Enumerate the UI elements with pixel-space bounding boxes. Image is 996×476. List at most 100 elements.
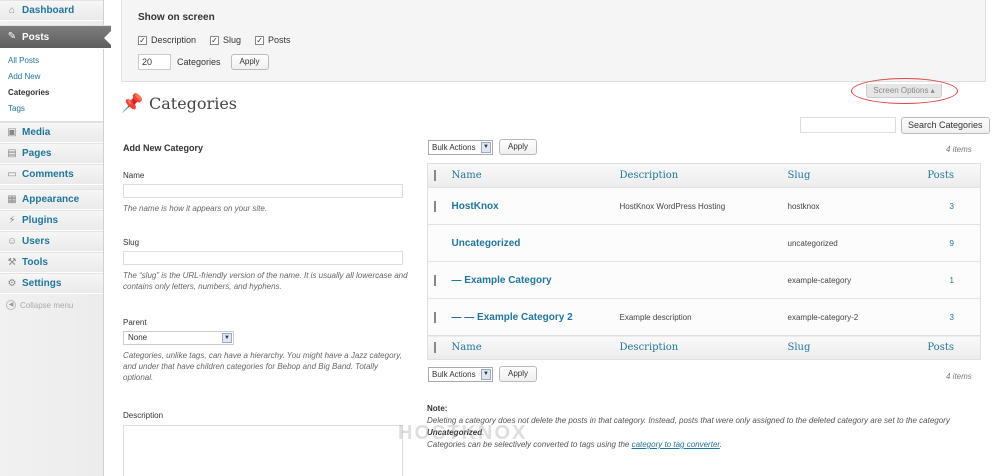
sidebar-item-label: Plugins xyxy=(22,215,59,226)
submenu-tags[interactable]: Tags xyxy=(8,101,103,117)
parent-help: Categories, unlike tags, can have a hier… xyxy=(123,351,402,382)
row-checkbox[interactable] xyxy=(434,201,436,212)
sidebar-item-dashboard[interactable]: ⌂ Dashboard xyxy=(0,0,103,21)
row-checkbox[interactable] xyxy=(434,275,436,286)
sidebar-item-posts[interactable]: ✎ Posts xyxy=(0,25,112,49)
column-header-posts[interactable]: Posts xyxy=(926,164,981,188)
column-footer-slug[interactable]: Slug xyxy=(788,336,926,360)
collapse-menu-label: Collapse menu xyxy=(20,300,74,310)
category-name-link[interactable]: Uncategorized xyxy=(452,225,620,262)
page-title: Categories xyxy=(149,93,237,113)
table-row: HostKnox HostKnox WordPress Hosting host… xyxy=(427,187,981,225)
checkbox-checked-icon[interactable]: ✓ xyxy=(138,35,147,45)
page-header: 📌 Categories xyxy=(121,92,237,114)
search-categories-button[interactable]: Search Categories xyxy=(901,117,990,134)
column-footer-description[interactable]: Description xyxy=(620,336,788,360)
table-row: Uncategorized uncategorized 9 xyxy=(427,224,981,262)
sidebar-item-media[interactable]: ▣ Media xyxy=(0,122,103,143)
comments-icon: ▭ xyxy=(7,168,17,180)
category-posts-count[interactable]: 1 xyxy=(926,262,981,299)
category-posts-count[interactable]: 3 xyxy=(926,188,981,225)
select-all-checkbox[interactable] xyxy=(434,342,436,353)
category-name-link[interactable]: — Example Category xyxy=(452,262,620,299)
watermark: HOSTKNOX xyxy=(398,422,528,444)
column-description-toggle[interactable]: ✓ Description xyxy=(138,35,196,45)
sidebar-item-label: Posts xyxy=(22,31,50,43)
users-icon: ☺ xyxy=(6,235,18,247)
sidebar-item-label: Media xyxy=(22,127,51,138)
parent-select[interactable]: None ▼ xyxy=(123,331,234,345)
sidebar-item-users[interactable]: ☺ Users xyxy=(0,231,103,252)
column-header-slug[interactable]: Slug xyxy=(788,164,926,188)
screen-options-title: Show on screen xyxy=(138,12,215,23)
plugins-icon: ⚡ xyxy=(8,214,16,226)
note-title: Note: xyxy=(427,404,448,413)
bulk-actions-select[interactable]: Bulk Actions ▼ xyxy=(428,139,493,155)
row-checkbox[interactable] xyxy=(434,312,436,323)
column-header-description[interactable]: Description xyxy=(620,164,788,188)
slug-label: Slug xyxy=(123,238,140,247)
name-label: Name xyxy=(123,171,145,180)
search-input[interactable] xyxy=(800,117,896,133)
tools-icon: ⚒ xyxy=(7,256,17,268)
sidebar-item-tools[interactable]: ⚒ Tools xyxy=(0,252,103,273)
sidebar-item-plugins[interactable]: ⚡ Plugins xyxy=(0,210,103,231)
submenu-categories[interactable]: Categories xyxy=(8,85,103,101)
sidebar-item-label: Appearance xyxy=(22,194,80,205)
slug-input[interactable] xyxy=(123,251,403,265)
sidebar-item-label: Dashboard xyxy=(22,5,75,16)
sidebar-item-label: Comments xyxy=(22,169,74,180)
sidebar-item-appearance[interactable]: ▦ Appearance xyxy=(0,189,103,210)
category-slug: hostknox xyxy=(787,201,820,211)
table-row: — Example Category example-category 1 xyxy=(427,261,981,299)
category-description: HostKnox WordPress Hosting xyxy=(619,201,726,211)
category-posts-count[interactable]: 9 xyxy=(926,225,981,262)
bulk-actions-top: Bulk Actions ▼ Apply xyxy=(428,139,538,155)
submenu-add-new[interactable]: Add New xyxy=(8,69,103,85)
sidebar-item-comments[interactable]: ▭ Comments xyxy=(0,164,103,185)
submenu-all-posts[interactable]: All Posts xyxy=(8,53,103,69)
items-count: 4 items xyxy=(946,145,972,154)
column-footer-name[interactable]: Name xyxy=(452,336,620,360)
categories-table: Name Description Slug Posts HostKnox Hos… xyxy=(427,163,981,360)
select-all-checkbox[interactable] xyxy=(434,170,436,181)
category-description: Example description xyxy=(619,312,692,322)
bulk-apply-button[interactable]: Apply xyxy=(499,366,538,382)
column-footer-posts[interactable]: Posts xyxy=(926,336,981,360)
highlight-oval xyxy=(851,78,958,104)
sidebar-item-label: Tools xyxy=(22,257,48,268)
name-input[interactable] xyxy=(123,184,403,198)
sidebar-item-settings[interactable]: ⚙ Settings xyxy=(0,273,103,294)
sidebar-item-pages[interactable]: ▤ Pages xyxy=(0,143,103,164)
bulk-actions-bottom: Bulk Actions ▼ Apply xyxy=(428,366,538,382)
bulk-actions-select[interactable]: Bulk Actions ▼ xyxy=(428,366,493,382)
category-slug: uncategorized xyxy=(787,238,838,248)
add-category-form: Add New Category Name The name is how it… xyxy=(123,143,408,476)
category-posts-count[interactable]: 3 xyxy=(926,299,981,336)
items-count: 4 items xyxy=(946,372,972,381)
checkbox-checked-icon[interactable]: ✓ xyxy=(255,35,265,45)
column-header-name[interactable]: Name xyxy=(452,164,620,188)
chevron-down-icon[interactable]: ▼ xyxy=(481,141,491,153)
sidebar-item-label: Users xyxy=(22,236,50,247)
slug-help: The “slug” is the URL-friendly version o… xyxy=(123,271,408,291)
pin-icon: ✎ xyxy=(7,31,17,42)
column-posts-toggle[interactable]: ✓ Posts xyxy=(255,35,291,45)
description-textarea[interactable] xyxy=(123,425,403,476)
per-page-input[interactable]: 20 xyxy=(138,54,171,70)
column-slug-toggle[interactable]: ✓ Slug xyxy=(210,35,241,45)
chevron-down-icon[interactable]: ▼ xyxy=(222,333,232,343)
collapse-menu[interactable]: ◀ Collapse menu xyxy=(0,300,103,310)
screen-options-panel: Show on screen ✓ Description ✓ Slug ✓ Posts… xyxy=(121,0,986,82)
category-to-tag-converter-link[interactable]: category to tag converter xyxy=(632,440,720,449)
appearance-icon: ▦ xyxy=(7,193,17,205)
screen-options-apply-button[interactable]: Apply xyxy=(230,54,269,70)
category-name-link[interactable]: HostKnox xyxy=(452,188,620,225)
category-name-link[interactable]: — — Example Category 2 xyxy=(452,299,620,336)
media-icon: ▣ xyxy=(7,126,17,138)
bulk-apply-button[interactable]: Apply xyxy=(499,139,538,155)
checkbox-checked-icon[interactable]: ✓ xyxy=(210,35,220,45)
chevron-down-icon[interactable]: ▼ xyxy=(481,368,491,380)
table-footer-row: Name Description Slug Posts xyxy=(427,335,981,360)
table-row: — — Example Category 2 Example descripti… xyxy=(427,298,981,336)
